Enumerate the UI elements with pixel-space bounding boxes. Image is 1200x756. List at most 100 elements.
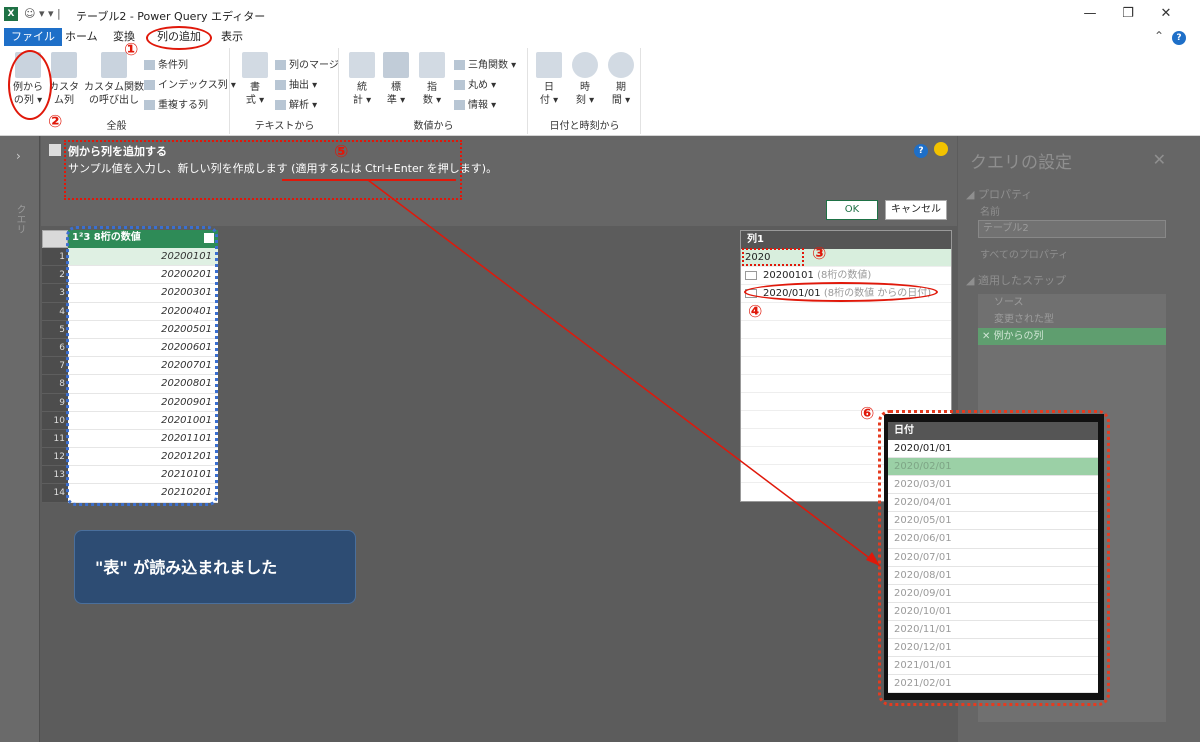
queries-pane[interactable]: › クエリ: [0, 136, 40, 742]
window-title: テーブル2 - Power Query エディター: [76, 10, 266, 23]
duplicate-column-button[interactable]: 重複する列: [144, 96, 208, 111]
rounding-button[interactable]: 丸め ▾: [454, 76, 496, 91]
annotation-ellipse: [146, 26, 212, 50]
parse-icon: [275, 100, 286, 110]
info-icon: [454, 100, 465, 110]
annotation-ellipse: [8, 50, 52, 120]
annotation-ellipse: [744, 282, 938, 302]
extract-icon: [275, 80, 286, 90]
clock-icon: [572, 52, 598, 78]
annotation-1: ①: [124, 40, 139, 60]
triangle-icon: [454, 60, 465, 70]
merge-icon: [275, 60, 286, 70]
properties-section[interactable]: ◢ プロパティ: [966, 186, 1032, 202]
tab-file[interactable]: ファイル: [4, 28, 62, 46]
grid-highlight: [66, 226, 218, 506]
extract-button[interactable]: 抽出 ▾: [275, 76, 317, 91]
quick-access-toolbar[interactable]: ☺ ▾ ▾ |: [24, 7, 61, 20]
group-general-label: 全般: [106, 121, 127, 132]
group-from-datetime: 日 付 ▾ 時 刻 ▾ 期 間 ▾ 日付と時刻から: [529, 48, 641, 134]
date-button[interactable]: 日 付 ▾: [529, 52, 569, 107]
suggestion-icon: [745, 270, 757, 280]
step-source[interactable]: ソース: [978, 294, 1166, 311]
table-icon: [51, 52, 77, 78]
expand-chevron-icon[interactable]: ›: [16, 149, 21, 163]
row-number[interactable]: 8: [42, 375, 68, 394]
step-column-from-example[interactable]: ✕ 例からの列: [978, 328, 1166, 345]
window-bottom-frame: [0, 742, 1200, 756]
cancel-button[interactable]: キャンセル: [885, 200, 947, 220]
merge-columns-button[interactable]: 列のマージ: [275, 56, 339, 71]
smiley-icon[interactable]: [934, 142, 948, 156]
annotation-4: ④: [748, 302, 763, 322]
row-number[interactable]: 2: [42, 266, 68, 285]
row-number[interactable]: 10: [42, 411, 68, 430]
format-button[interactable]: 書 式 ▾: [235, 52, 275, 107]
parse-button[interactable]: 解析 ▾: [275, 96, 317, 111]
grid-corner-icon[interactable]: [42, 230, 68, 248]
settings-close-icon[interactable]: ✕: [1153, 150, 1166, 169]
row-number[interactable]: 4: [42, 302, 68, 321]
step-changed-type[interactable]: 変更された型: [978, 311, 1166, 328]
empty-cell[interactable]: [741, 393, 951, 411]
annotation-banner-box: [64, 140, 462, 200]
annotation-input-box: [742, 248, 804, 266]
index-icon: [144, 80, 155, 90]
row-number[interactable]: 3: [42, 284, 68, 303]
all-properties-link[interactable]: すべてのプロパティ: [980, 246, 1068, 261]
collapse-ribbon-icon[interactable]: ⌃: [1154, 29, 1164, 43]
empty-cell[interactable]: [741, 375, 951, 393]
invoke-custom-function-button[interactable]: カスタム関数 の呼び出し: [84, 52, 144, 107]
empty-cell[interactable]: [741, 357, 951, 375]
information-button[interactable]: 情報 ▾: [454, 96, 496, 111]
delete-step-icon[interactable]: ✕: [982, 331, 994, 342]
ribbon: 例から の列 ▾ カスタ ム列 カスタム関数 の呼び出し 条件列 インデックス列…: [0, 46, 1200, 136]
sigma-icon: [349, 52, 375, 78]
ok-button[interactable]: OK: [826, 200, 878, 220]
empty-cell[interactable]: [741, 303, 951, 321]
row-number[interactable]: 14: [42, 484, 68, 503]
annotation-5: ⑤: [334, 142, 349, 162]
row-number[interactable]: 5: [42, 320, 68, 339]
row-number[interactable]: 6: [42, 338, 68, 358]
calendar-icon: [536, 52, 562, 78]
annotation-3: ③: [812, 244, 827, 264]
zoom-highlight: [878, 410, 1110, 706]
standard-button[interactable]: 標 準 ▾: [376, 52, 416, 107]
banner-help-icon[interactable]: ?: [914, 143, 928, 158]
applied-steps-section[interactable]: ◢ 適用したステップ: [966, 272, 1066, 288]
trigonometry-button[interactable]: 三角関数 ▾: [454, 56, 516, 71]
row-number[interactable]: 12: [42, 448, 68, 467]
annotation-6: ⑥: [860, 404, 875, 424]
time-button[interactable]: 時 刻 ▾: [565, 52, 605, 107]
minimize-button[interactable]: —: [1080, 6, 1100, 22]
conditional-icon: [144, 60, 155, 70]
calculator-icon: [383, 52, 409, 78]
new-column-header[interactable]: 列1: [741, 231, 951, 249]
close-button[interactable]: ✕: [1156, 6, 1176, 22]
conditional-column-button[interactable]: 条件列: [144, 56, 188, 71]
tab-view[interactable]: 表示: [214, 28, 250, 46]
row-number[interactable]: 13: [42, 466, 68, 485]
group-from-datetime-label: 日付と時刻から: [549, 121, 620, 132]
group-from-number: 統 計 ▾ 標 準 ▾ 指 数 ▾ 三角関数 ▾ 丸め ▾ 情報 ▾ 数値から: [340, 48, 528, 134]
group-from-number-label: 数値から: [413, 121, 454, 132]
table-loaded-callout: "表" が読み込まれました: [74, 530, 356, 604]
tab-home[interactable]: ホーム: [58, 28, 105, 46]
row-number[interactable]: 9: [42, 393, 68, 412]
duration-button[interactable]: 期 間 ▾: [601, 52, 641, 107]
restore-button[interactable]: ❐: [1118, 6, 1138, 22]
row-number[interactable]: 11: [42, 429, 68, 449]
query-name-input[interactable]: テーブル2: [978, 220, 1166, 238]
example-icon: [49, 144, 61, 156]
queries-label: クエリ: [14, 204, 25, 234]
row-number[interactable]: 7: [42, 357, 68, 376]
scientific-button[interactable]: 指 数 ▾: [412, 52, 452, 107]
row-number[interactable]: 1: [42, 248, 68, 267]
annotation-2: ②: [48, 112, 63, 132]
empty-cell[interactable]: [741, 339, 951, 357]
group-from-text-label: テキストから: [254, 121, 315, 132]
empty-cell[interactable]: [741, 321, 951, 339]
index-column-button[interactable]: インデックス列 ▾: [144, 76, 236, 91]
help-icon[interactable]: ?: [1172, 29, 1186, 45]
